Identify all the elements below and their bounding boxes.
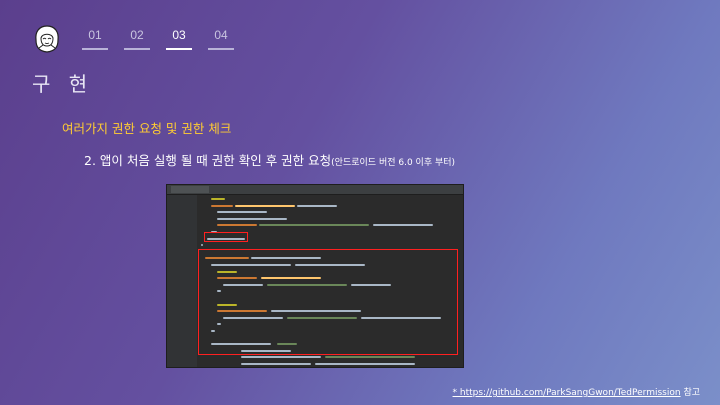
code-line — [201, 197, 459, 202]
nav-underline — [124, 48, 150, 50]
code-line — [201, 217, 459, 222]
section-subtitle: 여러가지 권한 요청 및 권한 체크 — [62, 121, 232, 136]
reference-link[interactable]: * https://github.com/ParkSangGwon/TedPer… — [453, 388, 681, 398]
nav-underline — [166, 48, 192, 50]
code-token — [241, 356, 321, 359]
step-description: 2. 앱이 처음 실행 될 때 권한 확인 후 권한 요청(안드로이드 버전 6… — [84, 150, 455, 169]
code-token — [217, 217, 287, 220]
code-line — [201, 210, 459, 215]
nav-label: 03 — [172, 28, 186, 42]
code-token — [211, 204, 233, 207]
code-line — [201, 223, 459, 228]
hooded-character-icon — [35, 25, 59, 53]
nav-item-04[interactable]: 04 — [200, 28, 242, 50]
code-token — [211, 198, 225, 200]
slide-navigation: 01 02 03 04 — [74, 28, 242, 50]
highlight-box-large — [198, 249, 458, 355]
reference-suffix: 참고 — [680, 388, 700, 398]
nav-label: 01 — [88, 28, 102, 42]
code-line — [201, 243, 459, 248]
highlight-box-small — [204, 232, 248, 242]
nav-item-02[interactable]: 02 — [116, 28, 158, 50]
code-token — [217, 224, 257, 227]
step-note: (안드로이드 버전 6.0 이후 부터) — [331, 158, 456, 168]
nav-item-01[interactable]: 01 — [74, 28, 116, 50]
nav-item-03[interactable]: 03 — [158, 28, 200, 50]
code-token — [201, 244, 203, 247]
code-token — [315, 362, 415, 365]
reference-footer: * https://github.com/ParkSangGwon/TedPer… — [453, 385, 700, 398]
editor-tab-bar — [167, 185, 463, 195]
line-gutter — [167, 195, 197, 367]
code-token — [235, 204, 295, 207]
code-token — [325, 356, 415, 359]
nav-label: 02 — [130, 28, 144, 42]
code-token — [373, 224, 433, 227]
step-text: 2. 앱이 처음 실행 될 때 권한 확인 후 권한 요청 — [84, 153, 332, 168]
code-token — [297, 204, 337, 207]
nav-label: 04 — [214, 28, 228, 42]
nav-underline — [82, 48, 108, 50]
code-token — [217, 211, 267, 214]
editor-tab — [171, 186, 209, 193]
code-line — [201, 355, 459, 360]
page-title: 구 현 — [32, 72, 94, 96]
code-line — [201, 362, 459, 367]
code-screenshot — [166, 184, 464, 368]
code-line — [201, 204, 459, 209]
code-token — [259, 224, 369, 227]
nav-underline — [208, 48, 234, 50]
code-token — [241, 362, 311, 365]
